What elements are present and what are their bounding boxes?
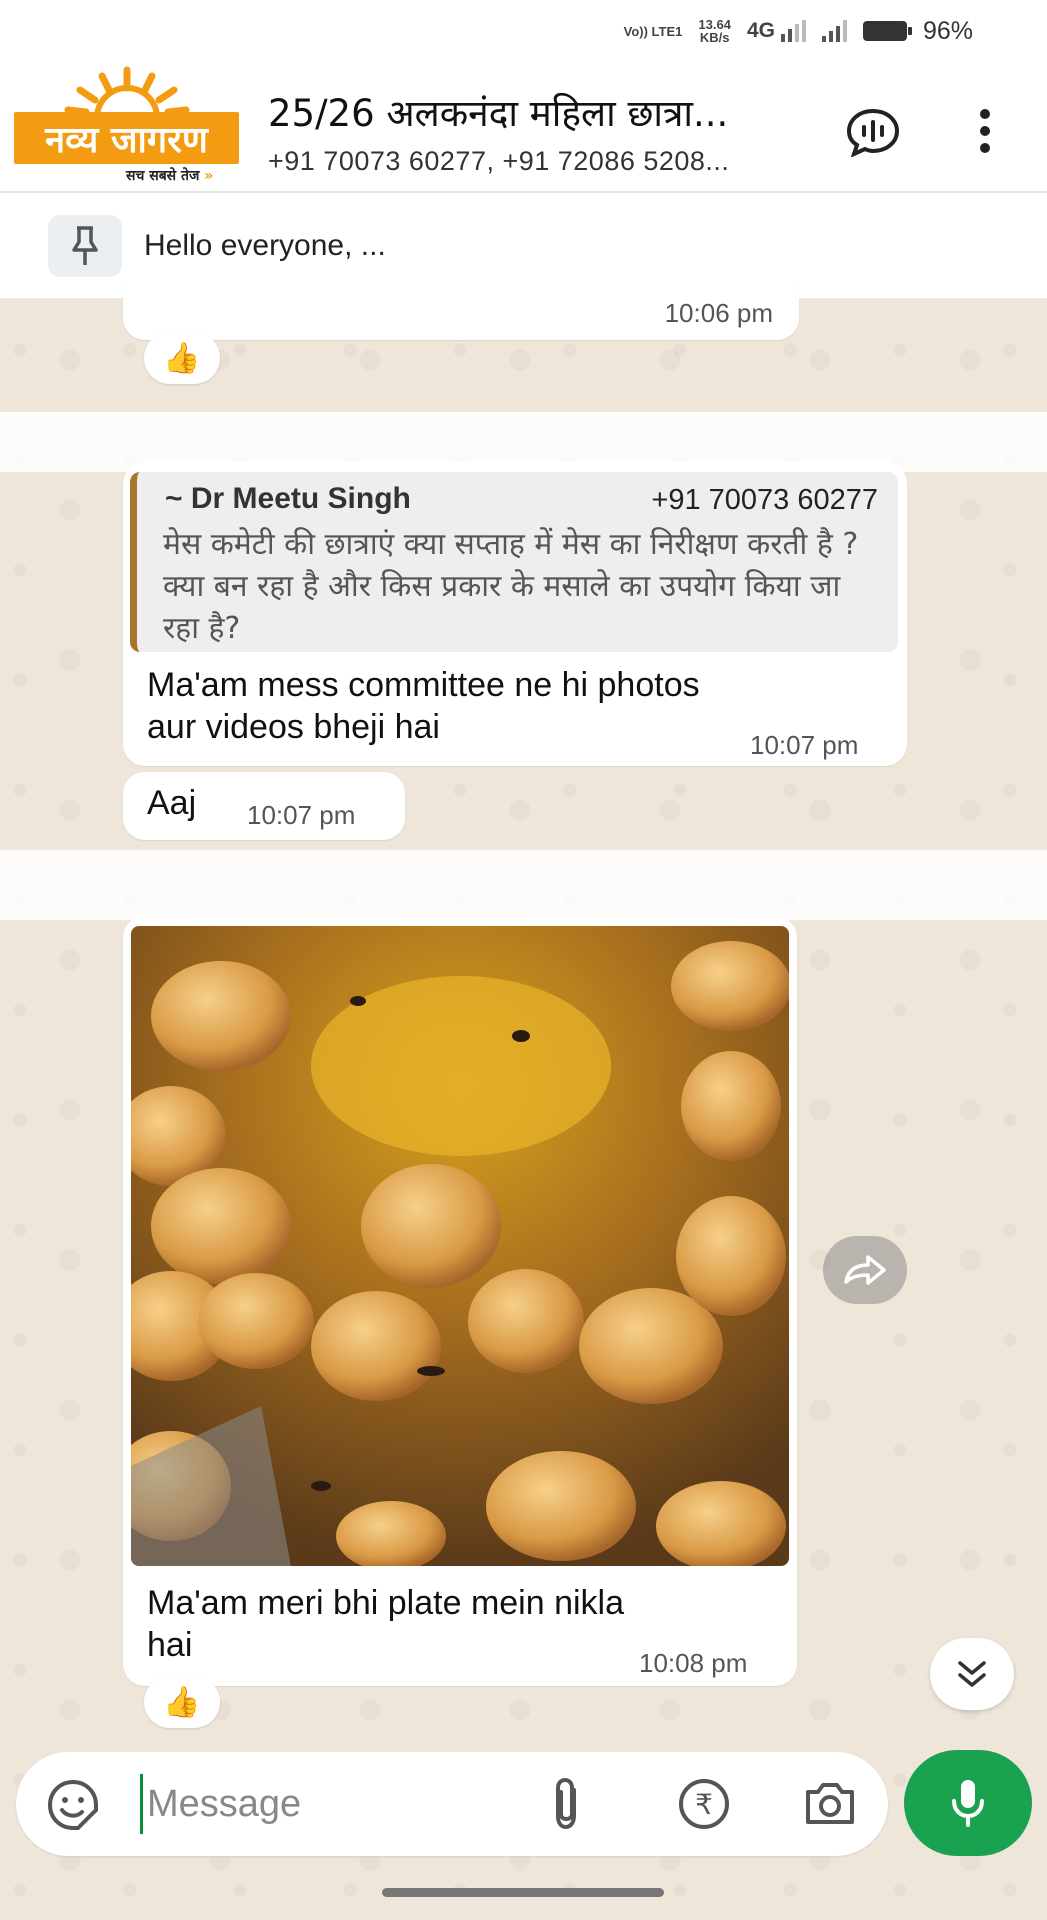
status-bar: Vo)) LTE1 13.64 KB/s 4G 96% [0, 0, 1047, 62]
reaction-badge[interactable]: 👍 [144, 332, 220, 384]
message-text: Ma'am mess committee ne hi photos [147, 666, 700, 704]
message-input[interactable] [140, 1774, 500, 1834]
forward-button[interactable] [823, 1236, 907, 1304]
forward-icon [844, 1255, 886, 1285]
emoji-sticker-icon[interactable] [46, 1778, 100, 1832]
message-text: Aaj [147, 784, 197, 822]
network-speed: 13.64 KB/s [698, 18, 731, 44]
logo-tagline: सच सबसे तेज » [126, 168, 214, 184]
signal-2-icon [821, 20, 847, 42]
attach-icon[interactable] [548, 1776, 584, 1832]
volte-indicator: Vo)) LTE1 [623, 23, 683, 39]
voice-record-button[interactable] [904, 1750, 1032, 1856]
voice-chat-icon[interactable] [845, 107, 901, 157]
mobile-data: 4G [747, 19, 806, 43]
chat-header: नव्य जागरण सच सबसे तेज » 25/26 अलकनंदा म… [0, 62, 1047, 192]
message-text: Ma'am meri bhi plate mein nikla [147, 1584, 625, 1622]
home-indicator [382, 1888, 664, 1897]
scroll-to-bottom-button[interactable] [930, 1638, 1014, 1710]
chat-title[interactable]: 25/26 अलकनंदा महिला छात्रा... [268, 86, 808, 137]
message-text: hai [147, 1626, 193, 1664]
pin-icon [48, 214, 122, 277]
camera-icon[interactable] [802, 1778, 858, 1828]
battery-icon [862, 21, 912, 41]
quote-text: मेस कमेटी की छात्राएं क्या सप्ताह में मे… [163, 527, 859, 646]
battery-percent: 96% [922, 16, 973, 45]
svg-text:₹: ₹ [695, 1788, 713, 1821]
quoted-message[interactable]: ~ Dr Meetu Singh +91 70073 60277 मेस कमे… [130, 472, 898, 652]
quote-author: ~ Dr Meetu Singh [165, 482, 411, 515]
message-bubble[interactable]: 10:06 pm [123, 280, 799, 340]
double-chevron-down-icon [958, 1661, 986, 1687]
food-photo[interactable] [131, 926, 789, 1566]
chat-participants[interactable]: +91 70073 60277, +91 72086 5208... [268, 146, 808, 177]
more-options-icon[interactable] [978, 108, 992, 154]
logo: नव्य जागरण सच सबसे तेज » [14, 62, 239, 184]
message-time: 10:07 pm [750, 730, 859, 760]
message-time: 10:08 pm [639, 1648, 748, 1678]
message-text: aur videos bheji hai [147, 708, 440, 746]
message-composer: ₹ [16, 1752, 888, 1856]
reaction-badge[interactable]: 👍 [144, 1676, 220, 1728]
payment-rupee-icon[interactable]: ₹ [676, 1776, 732, 1832]
message-time: 10:06 pm [664, 298, 773, 328]
date-divider-band [0, 850, 1047, 920]
thumbs-up-icon: 👍 [163, 1685, 201, 1719]
logo-text: नव्य जागरण [14, 112, 239, 164]
mic-icon [952, 1780, 984, 1827]
sun-logo-icon [64, 66, 190, 118]
network-type: 4G [746, 19, 775, 42]
pinned-text: Hello everyone, ... [144, 228, 386, 262]
thumbs-up-icon: 👍 [163, 341, 201, 375]
speed-unit: KB/s [699, 30, 730, 45]
signal-icon [780, 20, 806, 42]
quote-phone: +91 70073 60277 [651, 484, 878, 516]
message-time: 10:07 pm [247, 800, 356, 830]
message-bubble[interactable]: Aaj 10:07 pm [123, 772, 405, 840]
